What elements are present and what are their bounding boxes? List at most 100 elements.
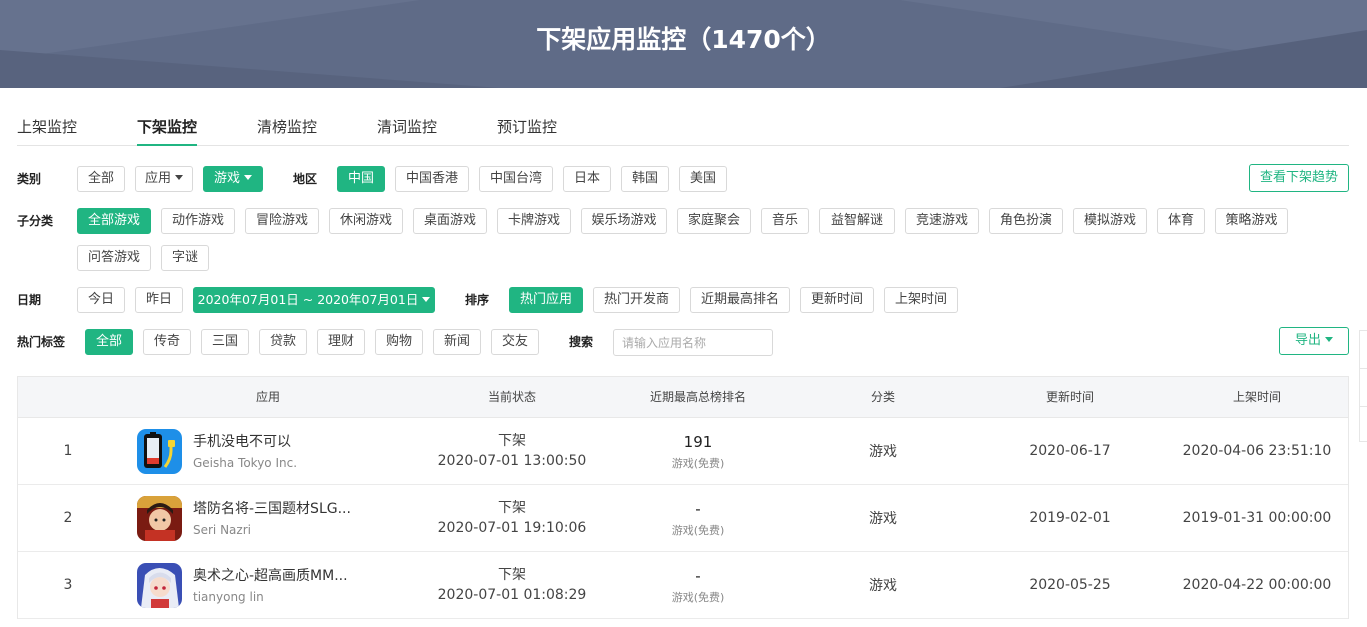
tag-finance-button[interactable]: 理财: [317, 329, 365, 355]
subcategory-casino[interactable]: 娱乐场游戏: [581, 208, 667, 234]
column-header-category: 分类: [870, 390, 895, 404]
app-name-link[interactable]: 塔防名将-三国题材SLG...: [193, 498, 351, 518]
tag-three-kingdoms-button[interactable]: 三国: [201, 329, 249, 355]
date-range-dropdown[interactable]: 2020年07月01日 ~ 2020年07月01日: [193, 287, 435, 313]
tab-delisting-monitor[interactable]: 下架监控: [137, 112, 198, 146]
table-row[interactable]: 2 塔防名将-三国题材SLG... Seri Nazri 下架 2020-07-…: [18, 485, 1348, 552]
subcategory-racing[interactable]: 竞速游戏: [905, 208, 979, 234]
chevron-down-icon: [175, 175, 183, 180]
category-cell: 游戏: [869, 578, 897, 594]
side-floating-toolbar[interactable]: [1359, 330, 1367, 442]
subcategory-music[interactable]: 音乐: [761, 208, 809, 234]
tag-social-button[interactable]: 交友: [491, 329, 539, 355]
category-label: 类别: [17, 172, 42, 186]
view-delisting-trend-button[interactable]: 查看下架趋势: [1249, 164, 1349, 192]
sort-recent-top-rank-button[interactable]: 近期最高排名: [690, 287, 790, 313]
header-banner: 下架应用监控（1470个）: [0, 0, 1367, 88]
subcategory-trivia[interactable]: 问答游戏: [77, 245, 151, 271]
update-time-cell: 2019-02-01: [1029, 510, 1111, 526]
tag-news-button[interactable]: 新闻: [433, 329, 481, 355]
anime-girl-icon[interactable]: [137, 563, 182, 608]
app-name-link[interactable]: 奥术之心-超高画质MM...: [193, 565, 348, 585]
subcategory-board[interactable]: 桌面游戏: [413, 208, 487, 234]
release-time-cell: 2019-01-31 00:00:00: [1182, 510, 1332, 526]
update-time-cell: 2020-06-17: [1029, 443, 1111, 459]
tab-preorder-monitor[interactable]: 预订监控: [497, 112, 557, 146]
subcategory-family[interactable]: 家庭聚会: [677, 208, 751, 234]
chevron-down-icon: [1325, 337, 1333, 342]
rank-category: 游戏(免费): [671, 590, 725, 604]
category-all-label: 全部: [87, 171, 114, 186]
category-game-dropdown[interactable]: 游戏: [203, 166, 263, 192]
subcategory-action[interactable]: 动作游戏: [161, 208, 235, 234]
tab-keyword-clear-monitor[interactable]: 清词监控: [377, 112, 437, 146]
delisted-apps-table: 应用 当前状态 近期最高总榜排名 分类 更新时间 上架时间 1 手机没电不可以 …: [17, 376, 1349, 619]
warrior-game-icon[interactable]: [137, 496, 182, 541]
release-time-cell: 2020-04-22 00:00:00: [1182, 577, 1332, 593]
status-cell: 下架 2020-07-01 13:00:50: [418, 418, 606, 484]
subcategory-all-games[interactable]: 全部游戏: [77, 208, 151, 234]
date-range-label: 2020年07月01日 ~ 2020年07月01日: [197, 292, 419, 307]
rank-cell: 191 游戏(免费): [606, 418, 790, 484]
tag-all-button[interactable]: 全部: [85, 329, 133, 355]
subcategory-word[interactable]: 字谜: [161, 245, 209, 271]
export-dropdown-button[interactable]: 导出: [1279, 327, 1349, 355]
tag-loan-button[interactable]: 贷款: [259, 329, 307, 355]
tag-legend-button[interactable]: 传奇: [143, 329, 191, 355]
developer-name: Seri Nazri: [193, 523, 251, 537]
category-app-label: 应用: [144, 171, 171, 186]
column-header-status: 当前状态: [487, 390, 536, 404]
subcategory-puzzle[interactable]: 益智解谜: [819, 208, 895, 234]
rank-value: -: [695, 566, 701, 585]
status-text: 下架: [498, 433, 526, 449]
region-korea-button[interactable]: 韩国: [621, 166, 669, 192]
column-header-release-time: 上架时间: [1232, 390, 1281, 404]
table-row[interactable]: 3 奥术之心-超高画质MM... tianyong lin 下架 2020-07…: [18, 552, 1348, 619]
subcategory-adventure[interactable]: 冒险游戏: [245, 208, 319, 234]
status-cell: 下架 2020-07-01 01:08:29: [418, 552, 606, 618]
tab-chart-clear-monitor[interactable]: 清榜监控: [257, 112, 317, 146]
region-taiwan-button[interactable]: 中国台湾: [479, 166, 553, 192]
battery-icon[interactable]: [137, 429, 182, 474]
region-hongkong-button[interactable]: 中国香港: [395, 166, 469, 192]
sort-hot-developers-button[interactable]: 热门开发商: [593, 287, 680, 313]
rank-value: -: [695, 499, 701, 518]
category-game-label: 游戏: [213, 171, 240, 186]
rank-value: 191: [683, 432, 713, 451]
app-name-link[interactable]: 手机没电不可以: [193, 431, 291, 451]
sort-update-time-button[interactable]: 更新时间: [800, 287, 874, 313]
table-row[interactable]: 1 手机没电不可以 Geisha Tokyo Inc. 下架 2020-07-0…: [18, 418, 1348, 485]
row-index: 2: [63, 510, 73, 526]
category-app-dropdown[interactable]: 应用: [135, 166, 193, 192]
region-china-button[interactable]: 中国: [337, 166, 385, 192]
rank-category: 游戏(免费): [671, 523, 725, 537]
date-today-button[interactable]: 今日: [77, 287, 125, 313]
region-japan-button[interactable]: 日本: [563, 166, 611, 192]
status-time: 2020-07-01 13:00:50: [437, 453, 587, 469]
region-usa-button[interactable]: 美国: [679, 166, 727, 192]
category-all-button[interactable]: 全部: [77, 166, 125, 192]
app-search-input[interactable]: [613, 329, 773, 356]
category-cell: 游戏: [869, 444, 897, 460]
status-time: 2020-07-01 19:10:06: [437, 520, 587, 536]
subcategory-simulation[interactable]: 模拟游戏: [1073, 208, 1147, 234]
date-yesterday-button[interactable]: 昨日: [135, 287, 183, 313]
page-title: 下架应用监控（1470个）: [536, 25, 831, 54]
subcategory-card[interactable]: 卡牌游戏: [497, 208, 571, 234]
subcategory-casual[interactable]: 休闲游戏: [329, 208, 403, 234]
subcategory-label: 子分类: [17, 214, 54, 228]
tab-listing-monitor[interactable]: 上架监控: [17, 112, 77, 146]
status-time: 2020-07-01 01:08:29: [437, 587, 587, 603]
monitor-tabs: 上架监控 下架监控 清榜监控 清词监控 预订监控: [17, 112, 1349, 146]
export-label: 导出: [1294, 333, 1321, 348]
tag-shopping-button[interactable]: 购物: [375, 329, 423, 355]
subcategory-strategy[interactable]: 策略游戏: [1215, 208, 1288, 234]
sort-release-time-button[interactable]: 上架时间: [884, 287, 958, 313]
status-cell: 下架 2020-07-01 19:10:06: [418, 485, 606, 551]
subcategory-sports[interactable]: 体育: [1157, 208, 1205, 234]
region-label: 地区: [293, 172, 318, 186]
date-label: 日期: [17, 293, 42, 307]
subcategory-roleplaying[interactable]: 角色扮演: [989, 208, 1063, 234]
sort-hot-apps-button[interactable]: 热门应用: [509, 287, 583, 313]
row-index: 1: [63, 443, 73, 459]
